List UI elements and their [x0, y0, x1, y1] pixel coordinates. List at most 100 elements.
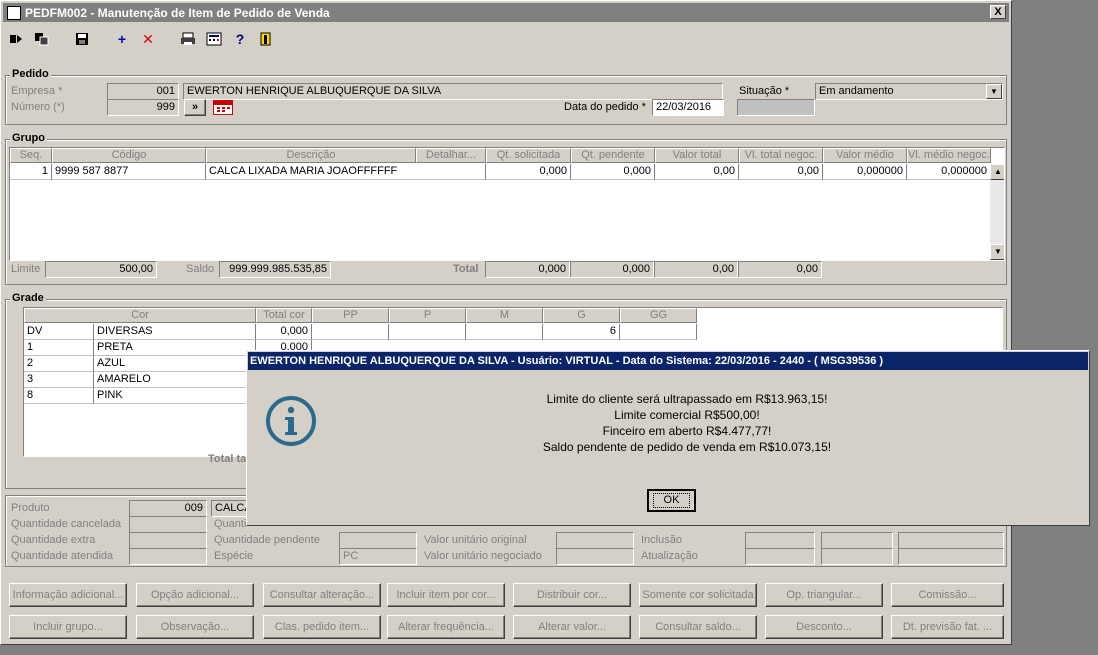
copy-icon[interactable] — [31, 28, 53, 50]
save-icon[interactable] — [71, 28, 93, 50]
pedido-legend: Pedido — [10, 68, 51, 80]
incluir-grupo-button[interactable]: Incluir grupo... — [9, 615, 127, 639]
valor-unit-original-label: Valor unitário original — [424, 534, 527, 546]
situacao-dropdown-icon[interactable]: ▼ — [986, 84, 1002, 99]
table-cell[interactable]: PINK — [94, 388, 256, 404]
desconto-button[interactable]: Desconto... — [765, 615, 883, 639]
col-header[interactable]: Detalhar... — [416, 148, 486, 163]
scroll-down-icon[interactable]: ▼ — [990, 244, 1004, 260]
op-triangular-button[interactable]: Op. triangular... — [765, 583, 883, 607]
exit-icon[interactable] — [255, 28, 277, 50]
col-header[interactable]: Valor total — [655, 148, 739, 163]
message-line: Finceiro em aberto R$4.477,77! — [602, 424, 772, 438]
incluir-item-cor-button[interactable]: Incluir item por cor... — [387, 583, 505, 607]
first-record-icon[interactable] — [5, 28, 27, 50]
inclusao-extra-field — [898, 532, 1004, 549]
table-cell[interactable]: 0,00 — [655, 164, 739, 180]
col-header[interactable]: Qt. pendente — [571, 148, 655, 163]
col-header[interactable]: M — [466, 308, 543, 323]
col-header[interactable]: Valor médio — [823, 148, 907, 163]
col-header[interactable]: PP — [312, 308, 389, 323]
main-window: PEDFM002 - Manutenção de Item de Pedido … — [0, 0, 1012, 645]
col-header[interactable]: Seq. — [10, 148, 52, 163]
somente-cor-button[interactable]: Somente cor solicitada — [639, 583, 757, 607]
ok-button[interactable]: OK — [647, 489, 696, 512]
info-icon — [265, 395, 317, 450]
table-cell[interactable]: 3 — [24, 372, 94, 388]
distribuir-cor-button[interactable]: Distribuir cor... — [513, 583, 631, 607]
observacao-button[interactable]: Observação... — [136, 615, 254, 639]
table-cell[interactable]: 0,00 — [739, 164, 823, 180]
navigate-button[interactable]: » — [184, 99, 206, 116]
table-cell[interactable]: 2 — [24, 356, 94, 372]
numero-field[interactable]: 999 — [107, 99, 179, 116]
total-qt-solicitada: 0,000 — [485, 261, 570, 278]
col-header[interactable]: Cor — [24, 308, 256, 323]
ok-label: OK — [652, 493, 691, 508]
dt-previsao-fat-button[interactable]: Dt. previsão fat. ... — [891, 615, 1004, 639]
qtd-cancelada-label: Quantidade cancelada — [11, 518, 122, 530]
scroll-up-icon[interactable]: ▲ — [990, 164, 1004, 180]
dialog-title: EWERTON HENRIQUE ALBUQUERQUE DA SILVA - … — [248, 352, 1088, 370]
qtd-pendente-field — [339, 532, 417, 549]
col-header[interactable]: Total cor — [256, 308, 312, 323]
table-cell[interactable]: 0,000 — [486, 164, 571, 180]
col-header[interactable]: P — [389, 308, 466, 323]
opcao-adicional-button[interactable]: Opção adicional... — [136, 583, 254, 607]
table-cell[interactable]: 0,000 — [571, 164, 655, 180]
col-header[interactable]: Código — [52, 148, 206, 163]
col-header[interactable]: Vl. total negoc. — [739, 148, 823, 163]
valor-unit-negoc-label: Valor unitário negociado — [424, 550, 542, 562]
table-cell[interactable]: DIVERSAS — [94, 324, 256, 340]
comissao-button[interactable]: Comissão... — [891, 583, 1004, 607]
clas-pedido-item-button[interactable]: Clas. pedido item... — [263, 615, 381, 639]
table-cell[interactable]: 0,000000 — [907, 164, 991, 180]
inclusao-user-field — [821, 532, 893, 549]
table-cell[interactable]: 1 — [10, 164, 52, 180]
consultar-saldo-button[interactable]: Consultar saldo... — [639, 615, 757, 639]
table-cell[interactable] — [620, 324, 697, 340]
table-cell[interactable] — [389, 324, 466, 340]
table-cell[interactable]: 6 — [543, 324, 620, 340]
alterar-valor-button[interactable]: Alterar valor... — [513, 615, 631, 639]
produto-label: Produto — [11, 502, 50, 514]
table-cell[interactable]: CALCA LIXADA MARIA JOAOFFFFFF — [206, 164, 486, 180]
atualizacao-user-field — [821, 548, 893, 565]
produto-code-field[interactable]: 009 — [129, 500, 207, 517]
empresa-code-field[interactable]: 001 — [107, 83, 179, 100]
col-header[interactable]: G — [543, 308, 620, 323]
close-button[interactable]: X — [990, 5, 1006, 19]
table-cell[interactable] — [312, 324, 389, 340]
help-icon[interactable]: ? — [229, 28, 251, 50]
col-header[interactable]: Qt. solicitada — [486, 148, 571, 163]
add-icon[interactable]: + — [111, 28, 133, 50]
col-header[interactable]: Descrição — [206, 148, 416, 163]
table-cell[interactable]: AZUL — [94, 356, 256, 372]
col-header[interactable]: Vl. médio negoc. — [907, 148, 991, 163]
table-cell[interactable]: 1 — [24, 340, 94, 356]
calendar-icon[interactable] — [213, 100, 233, 115]
table-cell[interactable]: 9999 587 8877 — [52, 164, 206, 180]
col-header[interactable]: GG — [620, 308, 697, 323]
delete-icon[interactable]: ✕ — [137, 28, 159, 50]
grupo-table[interactable]: Seq. Código Descrição Detalhar... Qt. so… — [9, 147, 1005, 261]
valor-unit-negoc-field — [556, 548, 634, 565]
table-cell[interactable]: PRETA — [94, 340, 256, 356]
data-pedido-field[interactable]: 22/03/2016 — [652, 99, 724, 116]
total-label: Total — [453, 263, 479, 275]
alterar-frequencia-button[interactable]: Alterar frequência... — [387, 615, 505, 639]
situacao-select[interactable]: Em andamento — [815, 83, 1003, 100]
informacao-adicional-button[interactable]: Informação adicional... — [9, 583, 127, 607]
table-cell[interactable]: 0,000000 — [823, 164, 907, 180]
message-line: Saldo pendente de pedido de venda em R$1… — [542, 440, 832, 454]
calculator-icon[interactable] — [203, 28, 225, 50]
table-cell[interactable]: 8 — [24, 388, 94, 404]
table-cell[interactable]: DV — [24, 324, 94, 340]
print-icon[interactable] — [177, 28, 199, 50]
consultar-alteracao-button[interactable]: Consultar alteração... — [263, 583, 381, 607]
table-cell[interactable] — [466, 324, 543, 340]
table-cell[interactable]: 0,000 — [256, 324, 312, 340]
qtd-cancelada-field — [129, 516, 207, 533]
table-cell[interactable]: AMARELO — [94, 372, 256, 388]
atualizacao-field — [745, 548, 815, 565]
